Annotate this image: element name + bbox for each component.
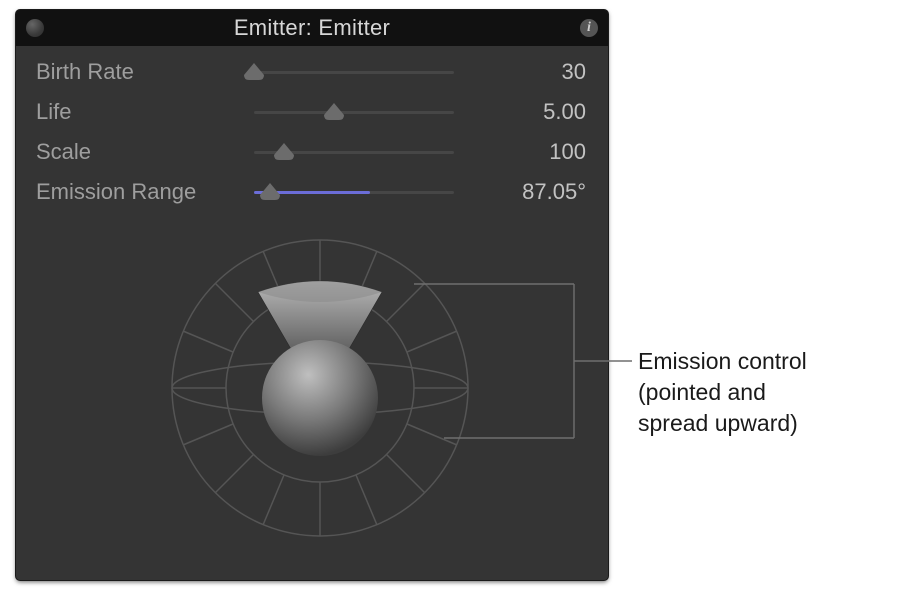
info-icon[interactable]: i — [580, 19, 598, 37]
birth-rate-label: Birth Rate — [36, 59, 254, 85]
birth-rate-value[interactable]: 30 — [454, 59, 586, 85]
parameter-rows: Birth Rate 30 Life — [16, 46, 608, 212]
life-slider[interactable] — [254, 100, 454, 124]
emission-range-label: Emission Range — [36, 179, 254, 205]
row-scale: Scale 100 — [16, 132, 608, 172]
callout-line1: Emission control — [638, 348, 807, 374]
callout-line3: spread upward) — [638, 410, 798, 436]
emission-range-slider[interactable] — [254, 180, 454, 204]
row-emission-range: Emission Range 87.05° — [16, 172, 608, 212]
row-birth-rate: Birth Rate 30 — [16, 52, 608, 92]
panel-title: Emitter: Emitter — [234, 15, 390, 41]
row-life: Life 5.00 — [16, 92, 608, 132]
slider-track — [254, 111, 454, 114]
birth-rate-slider[interactable] — [254, 60, 454, 84]
callout-line2: (pointed and — [638, 379, 766, 405]
life-label: Life — [36, 99, 254, 125]
callout-text: Emission control (pointed and spread upw… — [638, 346, 888, 439]
panel-status-dot-icon — [26, 19, 44, 37]
life-value[interactable]: 5.00 — [454, 99, 586, 125]
scale-slider[interactable] — [254, 140, 454, 164]
slider-thumb-icon[interactable] — [274, 143, 294, 160]
slider-thumb-icon[interactable] — [244, 63, 264, 80]
slider-track — [254, 71, 454, 74]
slider-thumb-icon[interactable] — [324, 103, 344, 120]
slider-thumb-icon[interactable] — [260, 183, 280, 200]
callout-bracket-icon — [414, 278, 638, 448]
scale-value[interactable]: 100 — [454, 139, 586, 165]
panel-header: Emitter: Emitter i — [16, 10, 608, 46]
emission-range-value[interactable]: 87.05° — [454, 179, 586, 205]
scale-label: Scale — [36, 139, 254, 165]
